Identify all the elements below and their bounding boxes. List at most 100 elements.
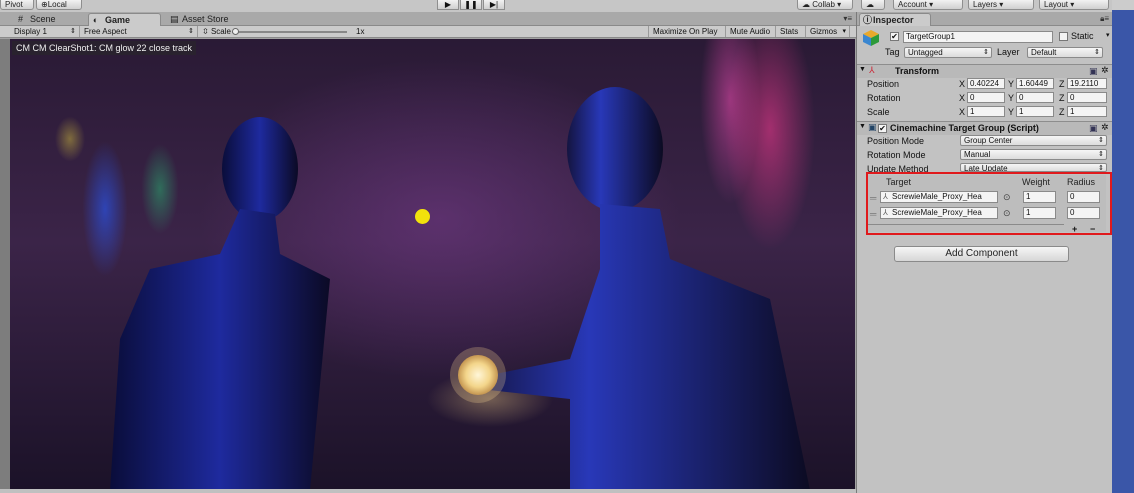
scale-z-field[interactable]: 1 <box>1067 106 1107 117</box>
local-label: Local <box>47 0 67 9</box>
axis-x-label: X <box>959 93 966 103</box>
rotation-label: Rotation <box>867 93 901 103</box>
static-dropdown-icon[interactable]: ▾ <box>1106 31 1110 39</box>
tab-game[interactable]: ◐ Game <box>88 13 161 26</box>
step-icon: ▶| <box>489 0 499 9</box>
scale-slider-knob[interactable] <box>232 28 239 35</box>
pivot-label: Pivot <box>5 0 23 9</box>
layout-label: Layout <box>1044 0 1069 9</box>
collab-button[interactable]: ☁ Collab ▾ <box>797 0 853 10</box>
services-button[interactable]: ☁ <box>861 0 885 10</box>
inspector-tabbar: ⓘ Inspector 🔒︎≡ <box>857 12 1113 26</box>
foldout-arrow-icon[interactable]: ▼ <box>859 66 866 73</box>
layer-dropdown[interactable]: Default ⇕ <box>1027 47 1103 58</box>
account-button[interactable]: Account ▾ <box>893 0 963 10</box>
transform-icon: ⅄ <box>869 65 875 75</box>
help-icon[interactable]: ▣ <box>1089 66 1098 77</box>
target-group-marker <box>415 209 430 224</box>
pivot-button[interactable]: Pivot <box>0 0 34 10</box>
layers-label: Layers <box>973 0 998 9</box>
help-icon[interactable]: ▣ <box>1089 123 1098 134</box>
local-button[interactable]: ⊕Local <box>36 0 82 10</box>
rotation-mode-label: Rotation Mode <box>867 150 926 160</box>
gizmos-dropdown[interactable]: Gizmos ▾ <box>806 26 850 37</box>
highlight-box <box>866 172 1112 235</box>
right-edge-top <box>1112 0 1134 10</box>
lock-icon[interactable]: 🔒︎≡ <box>1100 14 1109 24</box>
display-dropdown[interactable]: Display 1 ⇕ <box>10 26 80 37</box>
position-x-field[interactable]: 0.40224 <box>967 78 1005 89</box>
axis-y-label: Y <box>1008 93 1015 103</box>
scale-x-field[interactable]: 1 <box>967 106 1005 117</box>
position-y-field[interactable]: 1.60449 <box>1016 78 1054 89</box>
play-button[interactable]: ▶ <box>437 0 459 10</box>
mute-audio-toggle[interactable]: Mute Audio <box>726 26 776 37</box>
axis-y-label: Y <box>1008 79 1015 89</box>
rotation-mode-dropdown[interactable]: Manual ⇕ <box>960 149 1107 160</box>
update-method-dropdown[interactable]: Late Update ⇕ <box>960 163 1107 172</box>
object-cube-icon <box>862 29 880 47</box>
dropdown-arrow-icon: ⇕ <box>70 28 76 35</box>
add-component-button[interactable]: Add Component <box>894 246 1069 262</box>
aspect-dropdown[interactable]: Free Aspect ⇕ <box>80 26 198 37</box>
axis-x-label: X <box>959 107 966 117</box>
position-mode-label: Position Mode <box>867 136 925 146</box>
settings-gear-icon[interactable]: ✲ <box>1101 122 1109 133</box>
step-button[interactable]: ▶| <box>483 0 505 10</box>
grid-icon: # <box>18 14 24 24</box>
cloud-icon: ☁ <box>802 0 810 9</box>
store-icon: ▤ <box>170 14 179 24</box>
settings-gear-icon[interactable]: ✲ <box>1101 65 1109 76</box>
tag-value: Untagged <box>908 48 943 57</box>
scale-label: Scale <box>867 107 890 117</box>
aspect-label: Free Aspect <box>84 27 127 36</box>
main-toolbar: Pivot ⊕Local ▶ ❚❚ ▶| ☁ Collab ▾ ☁ Accoun… <box>0 0 1134 12</box>
tab-asset-store[interactable]: ▤ Asset Store <box>166 13 246 26</box>
scale-text: Scale <box>210 27 231 36</box>
scale-y-field[interactable]: 1 <box>1016 106 1054 117</box>
dropdown-arrow-icon: ⇕ <box>1098 151 1104 158</box>
rotation-y-field[interactable]: 0 <box>1016 92 1054 103</box>
maximize-on-play-toggle[interactable]: Maximize On Play <box>648 26 726 37</box>
right-figure <box>470 87 810 490</box>
game-viewport[interactable] <box>10 39 855 490</box>
layers-button[interactable]: Layers ▾ <box>968 0 1034 10</box>
component-enabled-checkbox[interactable]: ✔ <box>878 124 887 133</box>
pause-button[interactable]: ❚❚ <box>460 0 482 10</box>
target-group-title: Cinemachine Target Group (Script) <box>890 123 1039 133</box>
tab-game-label: Game <box>105 15 131 25</box>
tab-scene[interactable]: # Scene <box>14 13 82 26</box>
rotation-x-field[interactable]: 0 <box>967 92 1005 103</box>
static-checkbox[interactable] <box>1059 32 1068 41</box>
glowing-orb <box>450 347 506 403</box>
gizmos-label: Gizmos <box>810 27 838 36</box>
cloud-services-icon: ☁ <box>866 0 874 9</box>
game-panel-tabbar: # Scene ◐ Game ▤ Asset Store ▾≡ <box>0 12 856 26</box>
scale-slider-track[interactable] <box>232 31 347 33</box>
tag-dropdown[interactable]: Untagged ⇕ <box>904 47 992 58</box>
dropdown-arrow-icon: ⇕ <box>1098 165 1104 172</box>
active-checkbox[interactable]: ✔ <box>890 32 899 41</box>
dropdown-arrow-icon: ⇕ <box>983 49 989 56</box>
position-z-field[interactable]: 19.2110 <box>1067 78 1107 89</box>
transform-header[interactable]: ▼ ⅄ Transform ▣ ✲ <box>857 64 1113 78</box>
rotation-mode-value: Manual <box>964 150 991 159</box>
panel-menu-icon[interactable]: ▾≡ <box>843 14 852 23</box>
target-group-header[interactable]: ▼ ▣ ✔ Cinemachine Target Group (Script) … <box>857 121 1113 135</box>
transform-title: Transform <box>895 66 940 76</box>
collab-label: Collab <box>812 0 835 9</box>
stats-toggle[interactable]: Stats <box>776 26 806 37</box>
tab-inspector[interactable]: ⓘ Inspector <box>859 13 931 26</box>
script-icon: ▣ <box>868 122 877 132</box>
rotation-z-field[interactable]: 0 <box>1067 92 1107 103</box>
update-method-value: Late Update <box>964 164 1008 172</box>
game-view-toolbar: Display 1 ⇕ Free Aspect ⇕ ⇳ Scale 1x Maxim… <box>0 26 856 38</box>
play-icon: ▶ <box>444 0 452 9</box>
dropdown-arrow-icon: ⇕ <box>1094 49 1100 56</box>
object-name-field[interactable]: TargetGroup1 <box>903 31 1053 43</box>
layout-button[interactable]: Layout ▾ <box>1039 0 1109 10</box>
position-mode-dropdown[interactable]: Group Center ⇕ <box>960 135 1107 146</box>
info-icon: ⓘ <box>863 15 873 25</box>
account-label: Account <box>898 0 927 9</box>
foldout-arrow-icon[interactable]: ▼ <box>859 123 866 130</box>
